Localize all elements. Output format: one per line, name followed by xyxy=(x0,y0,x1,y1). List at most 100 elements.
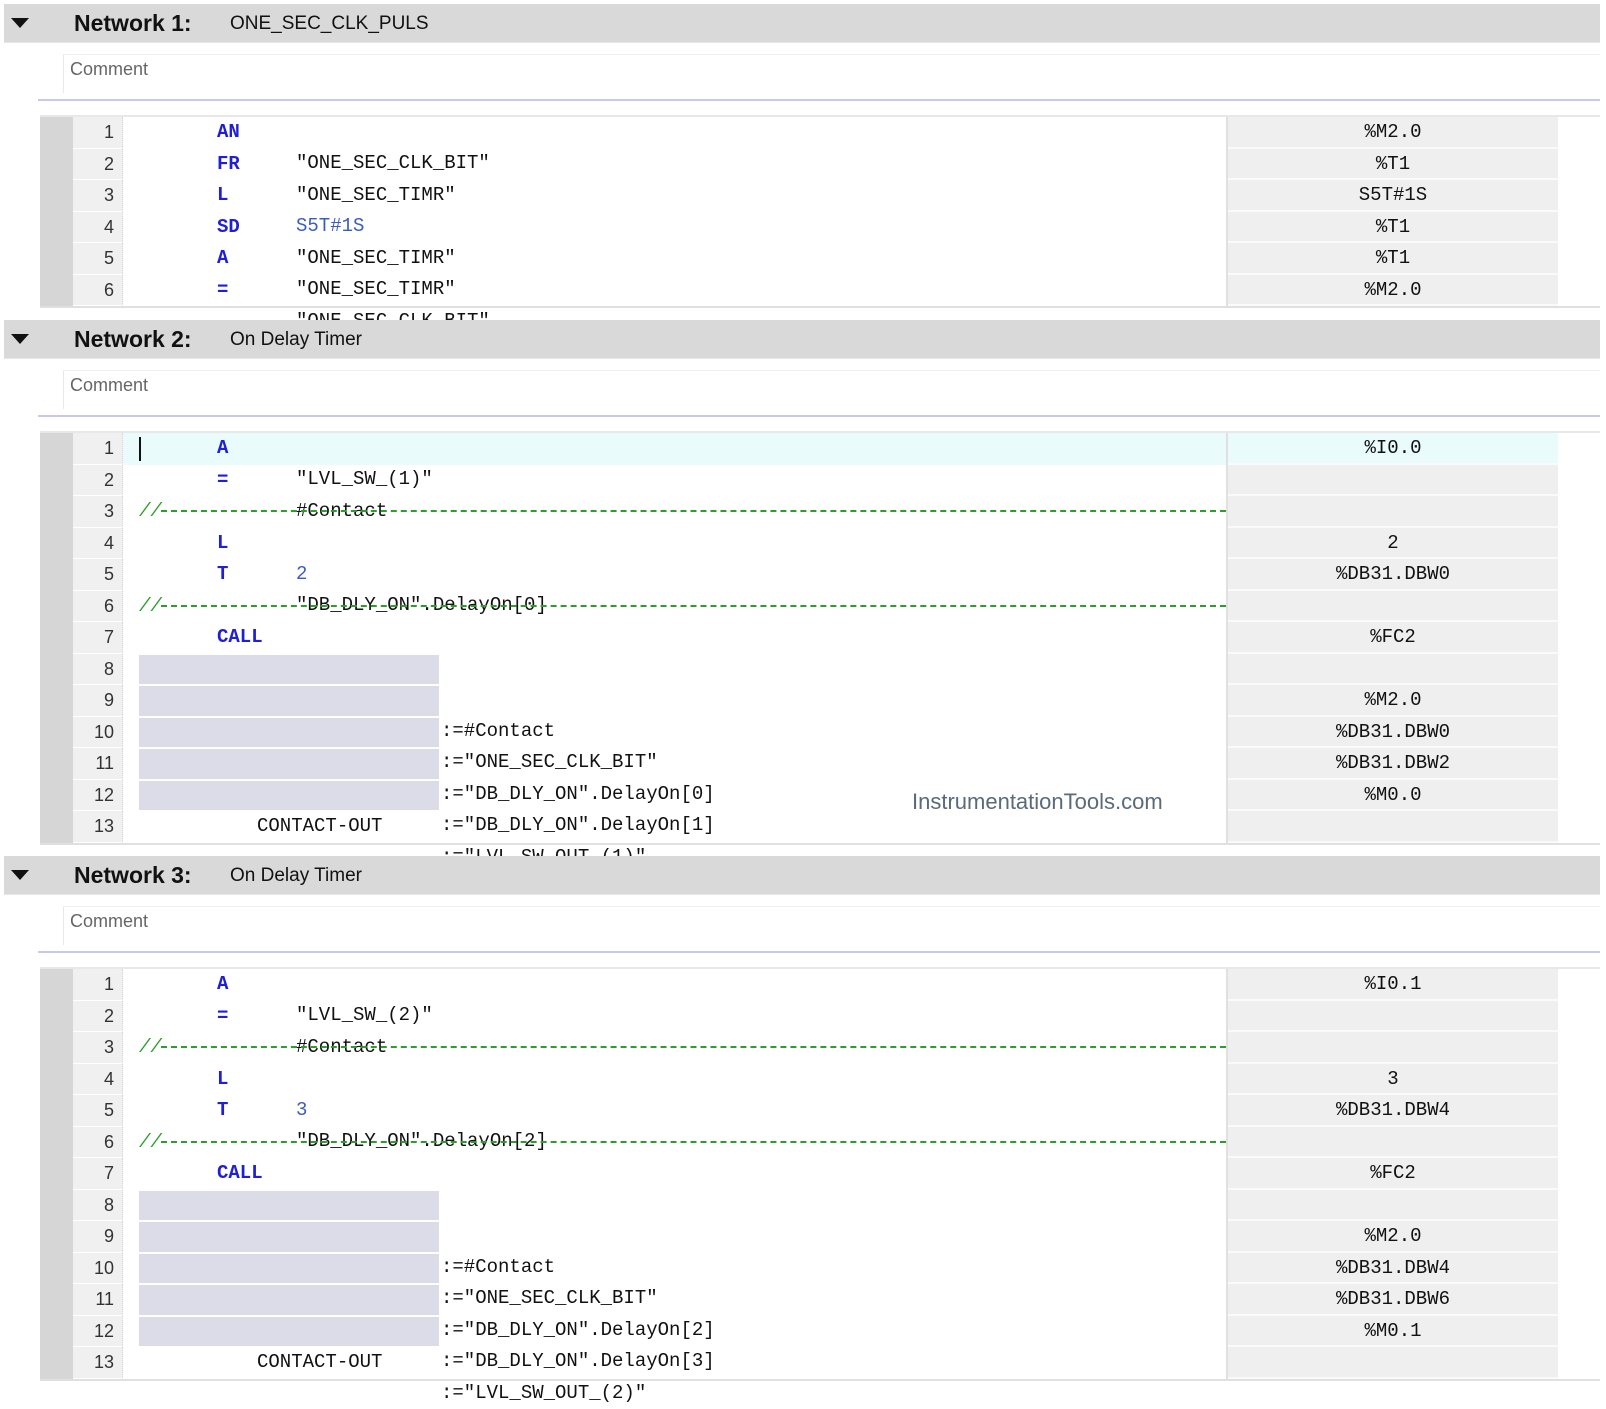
code-line[interactable]: 5 T "DB_DLY_ON".DelayOn[2] %DB31.DBW4 xyxy=(40,1095,1600,1152)
code-line[interactable]: 6 // xyxy=(40,590,1600,622)
code-line[interactable]: 9 PULSE :="ONE_SEC_CLK_BIT" %M2.0 xyxy=(40,1221,1600,1309)
code-line[interactable]: 2 = #Contact xyxy=(40,1000,1600,1058)
code-line[interactable]: 1 AN "ONE_SEC_CLK_BIT" %M2.0 xyxy=(40,117,1600,174)
network-name[interactable]: ONE_SEC_CLK_PULS xyxy=(230,13,429,35)
code-text[interactable] xyxy=(123,1347,1228,1379)
network-name[interactable]: On Delay Timer xyxy=(230,329,362,351)
parameter-highlight xyxy=(139,780,439,810)
code-text[interactable]: // xyxy=(123,496,1228,528)
code-line[interactable]: 12 CONTACT-OUT :="LVL_SW_OUT_(1)" %M0.0 xyxy=(40,779,1600,868)
code-line[interactable]: 10 DELAY-SET :="DB_DLY_ON".DelayOn[2] %D… xyxy=(40,1252,1600,1341)
code-text[interactable]: AN "ONE_SEC_CLK_BIT" xyxy=(123,117,1228,174)
comment-marker: // xyxy=(139,1036,162,1058)
code-line[interactable]: 5 A "ONE_SEC_TIMR" %T1 xyxy=(40,243,1600,300)
network-name[interactable]: On Delay Timer xyxy=(230,865,362,887)
code-line[interactable]: 1 A "LVL_SW_(1)" %I0.0 xyxy=(40,433,1600,490)
network-header[interactable]: Network 2: On Delay Timer xyxy=(4,320,1600,358)
network-comment-field[interactable]: Comment xyxy=(63,370,1600,409)
address-cell: %FC2 xyxy=(1228,622,1558,654)
code-text[interactable]: PULSE :="ONE_SEC_CLK_BIT" xyxy=(123,1221,1228,1309)
line-number: 2 xyxy=(73,464,123,496)
gutter-margin xyxy=(40,180,73,212)
code-line[interactable]: 8 CONTACT-IN :=#Contact xyxy=(40,653,1600,742)
code-text[interactable]: DELAY-SET :="DB_DLY_ON".DelayOn[2] xyxy=(123,1252,1228,1341)
code-line[interactable]: 2 FR "ONE_SEC_TIMR" %T1 xyxy=(40,148,1600,206)
network-comment-field[interactable]: Comment xyxy=(63,54,1600,93)
network-header[interactable]: Network 1: ONE_SEC_CLK_PULS xyxy=(4,4,1600,42)
code-text[interactable]: CALL "ONDLY-TMR" xyxy=(123,1158,1228,1215)
network-1: Network 1: ONE_SEC_CLK_PULS Comment 1 AN… xyxy=(0,4,1606,332)
code-text[interactable]: SD "ONE_SEC_TIMR" xyxy=(123,211,1228,269)
address-cell: %M2.0 xyxy=(1228,1221,1558,1253)
code-line[interactable]: 1 A "LVL_SW_(2)" %I0.1 xyxy=(40,969,1600,1026)
address-cell xyxy=(1228,1000,1558,1032)
network-title: Network 3: xyxy=(74,862,192,888)
code-text[interactable] xyxy=(123,811,1228,843)
code-text[interactable]: L 3 xyxy=(123,1063,1228,1121)
code-line[interactable]: 6 = "ONE_SEC_CLK_BIT" %M2.0 xyxy=(40,274,1600,332)
network-header[interactable]: Network 3: On Delay Timer xyxy=(4,856,1600,894)
code-line[interactable]: 7 CALL "ONDLY-TMR" %FC2 xyxy=(40,1158,1600,1215)
code-text[interactable]: DELAY-SET :="DB_DLY_ON".DelayOn[0] xyxy=(123,716,1228,805)
code-text[interactable]: PULSE :="ONE_SEC_CLK_BIT" xyxy=(123,685,1228,773)
code-line[interactable]: 4 L 2 2 xyxy=(40,527,1600,585)
code-text[interactable]: = "ONE_SEC_CLK_BIT" xyxy=(123,274,1228,332)
code-text[interactable]: T "DB_DLY_ON".DelayOn[2] xyxy=(123,1095,1228,1152)
address-cell xyxy=(1228,653,1558,685)
code-text[interactable]: T "DB_DLY_ON".DelayOn[0] xyxy=(123,559,1228,616)
code-text[interactable]: DELAY-COUNTER :="DB_DLY_ON".DelayOn[3] xyxy=(123,1284,1228,1372)
code-text[interactable]: CONTACT-IN :=#Contact xyxy=(123,1189,1228,1278)
code-text[interactable]: A "LVL_SW_(2)" xyxy=(123,969,1228,1026)
parameter-value: :="LVL_SW_OUT_(2)" xyxy=(441,1381,647,1404)
code-text[interactable]: FR "ONE_SEC_TIMR" xyxy=(123,148,1228,206)
code-text[interactable]: // xyxy=(123,590,1228,622)
code-line[interactable]: 5 T "DB_DLY_ON".DelayOn[0] %DB31.DBW0 xyxy=(40,559,1600,616)
gutter-margin xyxy=(40,969,73,1001)
collapse-triangle-icon[interactable] xyxy=(11,870,29,880)
code-line[interactable]: 13 xyxy=(40,811,1600,843)
code-text[interactable]: A "ONE_SEC_TIMR" xyxy=(123,243,1228,300)
code-text[interactable]: = #Contact xyxy=(123,464,1228,522)
code-text[interactable]: CONTACT-OUT :="LVL_SW_OUT_(2)" xyxy=(123,1315,1228,1404)
line-number: 11 xyxy=(73,748,123,780)
code-line[interactable]: 3 L S5T#1S S5T#1S xyxy=(40,180,1600,237)
network-comment-field[interactable]: Comment xyxy=(63,906,1600,945)
line-number: 4 xyxy=(73,211,123,243)
code-line[interactable]: 11 DELAY-COUNTER :="DB_DLY_ON".DelayOn[1… xyxy=(40,748,1600,836)
code-line[interactable]: 12 CONTACT-OUT :="LVL_SW_OUT_(2)" %M0.1 xyxy=(40,1315,1600,1404)
line-number: 1 xyxy=(73,969,123,1001)
collapse-triangle-icon[interactable] xyxy=(11,18,29,28)
code-line[interactable]: 2 = #Contact xyxy=(40,464,1600,522)
code-text[interactable]: L 2 xyxy=(123,527,1228,585)
code-line[interactable]: 11 DELAY-COUNTER :="DB_DLY_ON".DelayOn[3… xyxy=(40,1284,1600,1372)
code-text[interactable]: DELAY-COUNTER :="DB_DLY_ON".DelayOn[1] xyxy=(123,748,1228,836)
code-text[interactable]: = #Contact xyxy=(123,1000,1228,1058)
gutter-margin xyxy=(40,117,73,149)
code-line[interactable]: 7 CALL "ONDLY-TMR" %FC2 xyxy=(40,622,1600,679)
code-text[interactable]: L S5T#1S xyxy=(123,180,1228,237)
line-number: 3 xyxy=(73,496,123,528)
instruction: A xyxy=(217,247,229,269)
line-number: 9 xyxy=(73,1221,123,1253)
code-text[interactable]: A "LVL_SW_(1)" xyxy=(123,433,1228,490)
code-text[interactable]: CONTACT-IN :=#Contact xyxy=(123,653,1228,742)
code-line[interactable]: 13 xyxy=(40,1347,1600,1379)
code-block[interactable]: 1 A "LVL_SW_(2)" %I0.1 2 = #Contact 3 // xyxy=(40,967,1600,1404)
code-line[interactable]: 4 SD "ONE_SEC_TIMR" %T1 xyxy=(40,211,1600,269)
code-line[interactable]: 10 DELAY-SET :="DB_DLY_ON".DelayOn[0] %D… xyxy=(40,716,1600,805)
code-line[interactable]: 4 L 3 3 xyxy=(40,1063,1600,1121)
line-number: 11 xyxy=(73,1284,123,1316)
code-line[interactable]: 9 PULSE :="ONE_SEC_CLK_BIT" %M2.0 xyxy=(40,685,1600,773)
code-text[interactable]: // xyxy=(123,1126,1228,1158)
code-block[interactable]: 1 A "LVL_SW_(1)" %I0.0 2 = #Contact 3 // xyxy=(40,431,1600,868)
comment-placeholder: Comment xyxy=(70,59,149,79)
code-line[interactable]: 6 // xyxy=(40,1126,1600,1158)
collapse-triangle-icon[interactable] xyxy=(11,334,29,344)
code-block[interactable]: 1 AN "ONE_SEC_CLK_BIT" %M2.0 2 FR "ONE_S… xyxy=(40,115,1600,332)
code-text[interactable]: CALL "ONDLY-TMR" xyxy=(123,622,1228,679)
code-line[interactable]: 3 // xyxy=(40,1032,1600,1064)
code-text[interactable]: // xyxy=(123,1032,1228,1064)
code-line[interactable]: 8 CONTACT-IN :=#Contact xyxy=(40,1189,1600,1278)
gutter-margin xyxy=(40,1252,73,1284)
code-line[interactable]: 3 // xyxy=(40,496,1600,528)
